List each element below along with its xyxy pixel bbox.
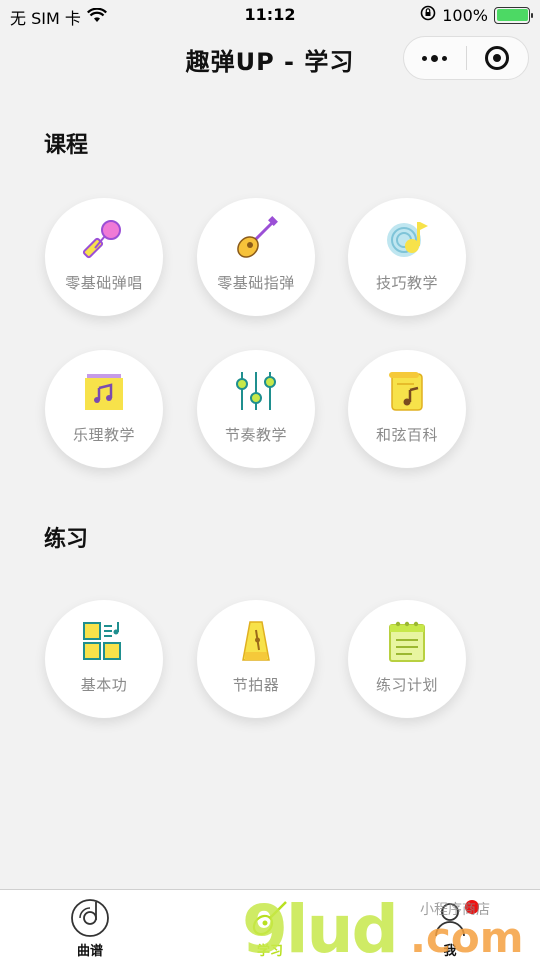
tab-bar: 曲谱 学习 我 [0,889,540,960]
tile-label: 基本功 [80,676,128,694]
record-disc-icon [70,898,110,938]
course-tile-chords[interactable]: 和弦百科 [348,350,466,468]
tile-label: 节奏教学 [224,426,287,444]
tile-label: 和弦百科 [375,426,438,444]
notification-badge [465,900,479,914]
course-tile-fingerstyle[interactable]: 零基础指弹 [197,198,315,316]
tab-scores[interactable]: 曲谱 [0,890,180,960]
practice-tile-plan[interactable]: 练习计划 [348,600,466,718]
status-bar: 无 SIM 卡 11:12 100% [0,0,540,30]
music-book-icon [81,368,127,414]
tab-label: 曲谱 [76,944,103,959]
music-note-disc-icon [384,216,430,262]
battery-percent: 100% [442,5,488,25]
practice-tile-metronome[interactable]: 节拍器 [197,600,315,718]
tile-label: 练习计划 [375,676,438,694]
course-tile-singing[interactable]: 零基础弹唱 [45,198,163,316]
course-tile-rhythm[interactable]: 节奏教学 [197,350,315,468]
guitar-icon [250,898,290,938]
practice-tile-basics[interactable]: 基本功 [45,600,163,718]
orientation-lock-icon [420,5,436,25]
close-button[interactable] [467,37,529,79]
metronome-icon [233,618,279,664]
tile-label: 乐理教学 [72,426,135,444]
microphone-icon [81,216,127,262]
tab-label: 我 [443,944,457,959]
status-right: 100% [420,5,533,25]
section-title-practice: 练习 [44,527,89,552]
target-circle-icon [485,46,510,70]
tile-label: 零基础指弹 [217,274,295,292]
user-icon [430,898,470,938]
tile-label: 节拍器 [232,676,280,694]
course-tile-technique[interactable]: 技巧教学 [348,198,466,316]
battery-icon [494,6,533,24]
equalizer-sliders-icon [233,368,279,414]
notepad-icon [384,618,430,664]
section-title-courses: 课程 [44,133,89,158]
guitar-icon [233,216,279,262]
music-scroll-icon [384,368,430,414]
tab-learn[interactable]: 学习 [180,890,360,960]
mini-program-capsule [403,36,529,80]
tab-label: 学习 [256,944,283,959]
nav-bar: 趣弹UP - 学习 [0,30,540,88]
tab-me[interactable]: 我 [360,890,540,960]
more-button[interactable] [404,37,466,79]
tile-label: 零基础弹唱 [65,274,143,292]
course-tile-theory[interactable]: 乐理教学 [45,350,163,468]
more-dots-icon [422,54,448,62]
tile-label: 技巧教学 [375,274,438,292]
grid-practice-icon [81,618,127,664]
